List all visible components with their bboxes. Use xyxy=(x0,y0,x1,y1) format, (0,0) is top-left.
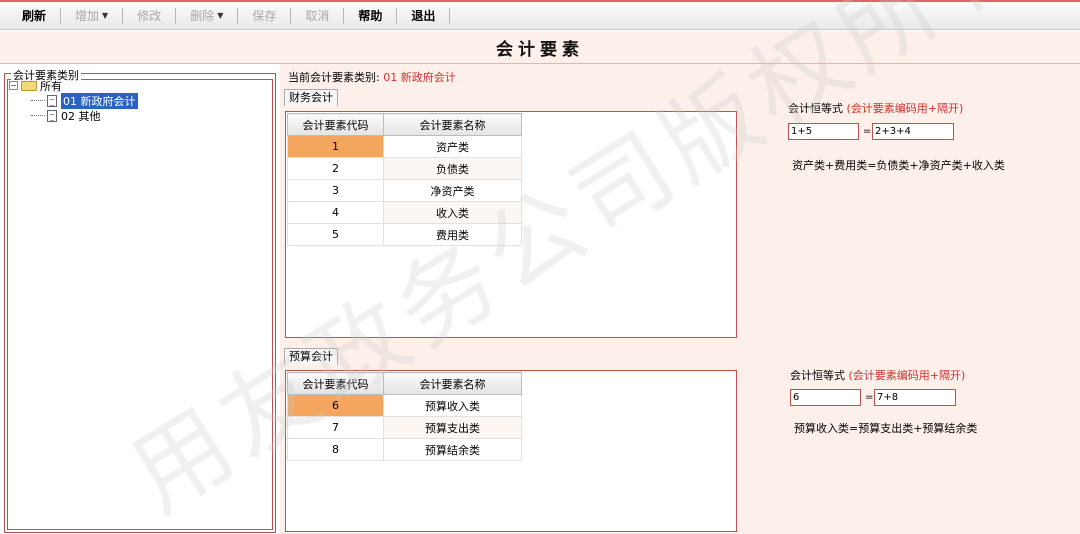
title-bar: 会计要素 xyxy=(0,31,1080,64)
tab-budget-accounting[interactable]: 预算会计 xyxy=(284,348,338,365)
tree-frame xyxy=(7,79,273,530)
page-title: 会计要素 xyxy=(496,39,584,60)
cancel-button[interactable]: 取消 xyxy=(291,7,345,24)
current-category-value: 01 新政府会计 xyxy=(383,71,456,84)
finance-equation-label: 会计恒等式 (会计要素编码用+隔开) xyxy=(788,100,963,116)
cell-code: 3 xyxy=(287,179,384,202)
equation-hint: (会计要素编码用+隔开) xyxy=(846,102,964,115)
tree-label-02[interactable]: 02 其他 xyxy=(61,108,101,124)
current-category: 当前会计要素类别: 01 新政府会计 xyxy=(288,69,456,85)
budget-table: 会计要素代码 会计要素名称 6 预算收入类 7 预算支出类 8 预算结余类 xyxy=(287,372,522,461)
table-row[interactable]: 4 收入类 xyxy=(287,201,522,224)
table-row[interactable]: 1 资产类 xyxy=(287,135,522,158)
table-row[interactable]: 6 预算收入类 xyxy=(287,394,522,417)
cell-name: 预算支出类 xyxy=(383,416,522,439)
column-header-name[interactable]: 会计要素名称 xyxy=(383,113,522,136)
cell-name: 净资产类 xyxy=(383,179,522,202)
help-button[interactable]: 帮助 xyxy=(344,7,398,24)
finance-grid-box: 会计要素代码 会计要素名称 1 资产类 2 负债类 3 净资产类 4 收入类 5 费用类 xyxy=(285,111,737,338)
tree-label-root: 所有 xyxy=(40,79,62,93)
cell-code: 5 xyxy=(287,223,384,246)
equation-label-text: 会计恒等式 xyxy=(790,369,845,382)
refresh-button[interactable]: 刷新 xyxy=(8,7,62,24)
save-button[interactable]: 保存 xyxy=(238,7,292,24)
current-category-label: 当前会计要素类别: xyxy=(288,71,380,84)
cell-name: 负债类 xyxy=(383,157,522,180)
equation-hint: (会计要素编码用+隔开) xyxy=(848,369,966,382)
budget-grid-box: 会计要素代码 会计要素名称 6 预算收入类 7 预算支出类 8 预算结余类 xyxy=(285,370,737,532)
cell-code: 1 xyxy=(287,135,384,158)
cell-name: 资产类 xyxy=(383,135,522,158)
cell-name: 收入类 xyxy=(383,201,522,224)
equals-sign: = xyxy=(865,392,874,403)
budget-formula-text: 预算收入类=预算支出类+预算结余类 xyxy=(794,422,978,435)
category-tree-panel: 会计要素类别 − 所有 01 新政府会计 02 其他 xyxy=(4,67,276,533)
cell-code: 6 xyxy=(287,394,384,417)
category-tree: − 所有 01 新政府会计 02 其他 xyxy=(9,78,138,123)
cell-name: 费用类 xyxy=(383,223,522,246)
finance-left-input[interactable]: 1+5 xyxy=(788,123,859,140)
table-row[interactable]: 7 预算支出类 xyxy=(287,416,522,439)
cell-code: 8 xyxy=(287,438,384,461)
cell-name: 预算结余类 xyxy=(383,438,522,461)
collapse-icon[interactable]: − xyxy=(9,81,18,90)
column-header-name[interactable]: 会计要素名称 xyxy=(383,372,522,395)
equation-label-text: 会计恒等式 xyxy=(788,102,843,115)
column-header-code[interactable]: 会计要素代码 xyxy=(287,113,384,136)
cell-name: 预算收入类 xyxy=(383,394,522,417)
equals-sign: = xyxy=(863,126,872,137)
exit-button[interactable]: 退出 xyxy=(397,7,451,24)
document-icon xyxy=(47,94,57,107)
table-row[interactable]: 5 费用类 xyxy=(287,223,522,246)
folder-open-icon xyxy=(21,80,37,91)
table-header-row: 会计要素代码 会计要素名称 xyxy=(287,372,522,395)
tab-finance-accounting[interactable]: 财务会计 xyxy=(284,89,338,106)
add-button[interactable]: 增加 ▼ xyxy=(61,7,124,24)
chevron-down-icon: ▼ xyxy=(217,10,224,20)
column-header-code[interactable]: 会计要素代码 xyxy=(287,372,384,395)
table-row[interactable]: 2 负债类 xyxy=(287,157,522,180)
cell-code: 4 xyxy=(287,201,384,224)
finance-table: 会计要素代码 会计要素名称 1 资产类 2 负债类 3 净资产类 4 收入类 5 费用类 xyxy=(287,113,522,246)
chevron-down-icon: ▼ xyxy=(102,10,109,20)
tree-node-01[interactable]: 01 新政府会计 xyxy=(9,92,138,109)
document-icon xyxy=(47,109,57,122)
tree-node-02[interactable]: 02 其他 xyxy=(9,108,138,123)
table-row[interactable]: 3 净资产类 xyxy=(287,179,522,202)
tree-connector xyxy=(31,115,45,116)
table-row[interactable]: 8 预算结余类 xyxy=(287,438,522,461)
budget-left-input[interactable]: 6 xyxy=(790,389,861,406)
detail-panel: 当前会计要素类别: 01 新政府会计 财务会计 会计要素代码 会计要素名称 1资… xyxy=(280,64,1080,534)
tree-node-root[interactable]: − 所有 xyxy=(9,78,138,93)
toolbar: 刷新 增加 ▼ 修改 删除 ▼ 保存 取消 帮助 退出 xyxy=(0,0,1080,30)
cell-code: 2 xyxy=(287,157,384,180)
finance-formula-text: 资产类+费用类=负债类+净资产类+收入类 xyxy=(792,159,1005,172)
budget-equation-label: 会计恒等式 (会计要素编码用+隔开) xyxy=(790,367,965,383)
cell-code: 7 xyxy=(287,416,384,439)
table-header-row: 会计要素代码 会计要素名称 xyxy=(287,113,522,136)
finance-right-input[interactable]: 2+3+4 xyxy=(872,123,954,140)
tree-connector xyxy=(31,100,45,101)
budget-right-input[interactable]: 7+8 xyxy=(874,389,956,406)
tree-label-01[interactable]: 01 新政府会计 xyxy=(61,92,138,109)
delete-button[interactable]: 删除 ▼ xyxy=(176,7,239,24)
modify-button[interactable]: 修改 xyxy=(123,7,177,24)
